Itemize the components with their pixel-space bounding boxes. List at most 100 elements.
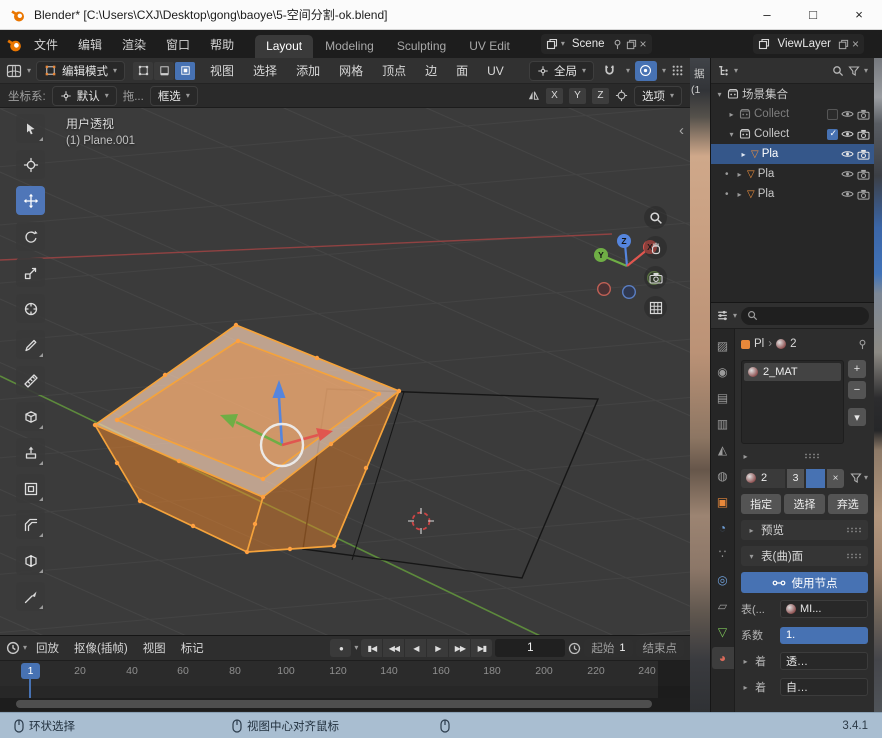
auto-key-button[interactable]: ● xyxy=(330,639,351,657)
render-camera-icon[interactable] xyxy=(857,169,870,180)
select-button[interactable]: 选择 xyxy=(784,494,824,514)
tab-tool-icon[interactable]: ▨ xyxy=(712,335,734,357)
shader-a-dropdown[interactable]: 透… xyxy=(780,652,868,670)
current-frame-field[interactable]: 1 xyxy=(495,639,565,657)
filter-funnel-icon[interactable] xyxy=(848,65,860,77)
mirror-y-button[interactable]: Y xyxy=(569,88,586,104)
pan-hand-icon[interactable] xyxy=(644,236,667,259)
tool-add-cube[interactable] xyxy=(16,402,45,431)
tool-measure[interactable] xyxy=(16,366,45,395)
tab-render-icon[interactable]: ◉ xyxy=(712,361,734,383)
transform-orientation-dropdown[interactable]: 全局 ▾ xyxy=(529,61,594,81)
fake-user-toggle[interactable] xyxy=(806,469,825,488)
render-camera-icon[interactable] xyxy=(857,189,870,200)
close-button[interactable]: × xyxy=(836,0,882,30)
remove-viewlayer-icon[interactable]: × xyxy=(852,37,859,51)
search-icon[interactable] xyxy=(832,65,844,77)
tool-cursor[interactable] xyxy=(16,150,45,179)
preview-section-header[interactable]: ▸ 预览 xyxy=(741,520,868,540)
mirror-x-button[interactable]: X xyxy=(546,88,563,104)
tab-physics-icon[interactable]: ◎ xyxy=(712,569,734,591)
menu-face[interactable]: 面 xyxy=(449,60,475,81)
tool-inset-faces[interactable] xyxy=(16,474,45,503)
menu-playback[interactable]: 回放 xyxy=(30,638,65,658)
scrollbar-thumb[interactable] xyxy=(16,700,652,708)
chevron-down-icon[interactable]: ▾ xyxy=(23,644,27,652)
breadcrumb-material[interactable]: 2 xyxy=(790,338,796,350)
material-slot-row[interactable]: 2_MAT xyxy=(744,363,841,381)
tab-object-icon[interactable]: ▣ xyxy=(712,491,734,513)
tab-data-icon[interactable]: ▽ xyxy=(712,621,734,643)
hide-eye-icon[interactable] xyxy=(841,149,854,159)
menu-keying[interactable]: 抠像(插帧) xyxy=(68,638,134,658)
editor-type-properties-icon[interactable] xyxy=(716,309,729,322)
render-camera-icon[interactable] xyxy=(857,129,870,140)
mirror-z-button[interactable]: Z xyxy=(592,88,609,104)
scene-name[interactable]: Scene xyxy=(568,38,609,50)
tool-knife[interactable] xyxy=(16,582,45,611)
chevron-down-icon[interactable]: ▾ xyxy=(734,67,738,75)
menu-render[interactable]: 渲染 xyxy=(113,33,155,56)
tab-uv-edit[interactable]: UV Edit xyxy=(458,35,521,58)
playhead-marker[interactable]: 1 xyxy=(21,663,40,679)
chevron-down-icon[interactable]: ▾ xyxy=(626,67,630,75)
exclude-checkbox[interactable] xyxy=(827,129,838,140)
3d-viewport[interactable]: Y Z X 用户透视 (1) Plane.001 xyxy=(0,108,690,635)
tab-modifiers-icon[interactable]: ◔ xyxy=(712,517,734,539)
edge-select-button[interactable] xyxy=(154,62,174,80)
minimize-button[interactable]: – xyxy=(744,0,790,30)
menu-view[interactable]: 视图 xyxy=(137,638,172,658)
menu-marker[interactable]: 标记 xyxy=(175,638,210,658)
tool-transform[interactable] xyxy=(16,294,45,323)
chevron-down-icon[interactable]: ▾ xyxy=(354,644,358,652)
slot-specials-button[interactable]: ▾ xyxy=(848,408,866,426)
maximize-button[interactable]: □ xyxy=(790,0,836,30)
camera-view-icon[interactable] xyxy=(644,266,667,289)
tool-bevel[interactable] xyxy=(16,510,45,539)
proportional-edit-toggle[interactable] xyxy=(635,61,657,81)
tool-rotate[interactable] xyxy=(16,222,45,251)
tab-scene-icon[interactable]: ◭ xyxy=(712,439,734,461)
next-keyframe-button[interactable]: ▶▶ xyxy=(449,639,470,657)
outliner-row-object[interactable]: • ▸ ▽ Pla xyxy=(711,184,874,204)
snap-toggle-button[interactable] xyxy=(599,61,621,81)
tab-output-icon[interactable]: ▤ xyxy=(712,387,734,409)
jump-to-end-button[interactable]: ▶▮ xyxy=(471,639,492,657)
breadcrumb-object[interactable]: Pl xyxy=(754,338,764,350)
pin-icon[interactable] xyxy=(612,39,623,50)
hide-eye-icon[interactable] xyxy=(841,129,854,139)
play-button[interactable]: ▶ xyxy=(427,639,448,657)
viewlayer-name[interactable]: ViewLayer xyxy=(773,38,835,50)
assign-button[interactable]: 指定 xyxy=(741,494,781,514)
render-camera-icon[interactable] xyxy=(857,149,870,160)
render-camera-icon[interactable] xyxy=(857,109,870,120)
browse-scene-icon[interactable] xyxy=(546,38,558,50)
viewlayer-icon[interactable] xyxy=(758,38,770,50)
disclosure-icon[interactable]: ▾ xyxy=(715,90,724,99)
surface-section-header[interactable]: ▾ 表(曲)面 xyxy=(741,546,868,566)
disclosure-icon[interactable]: ▸ xyxy=(727,110,736,119)
menu-uv[interactable]: UV xyxy=(480,62,511,80)
play-reverse-button[interactable]: ◀ xyxy=(405,639,426,657)
filter-funnel-icon[interactable] xyxy=(850,472,862,484)
menu-edge[interactable]: 边 xyxy=(418,60,444,81)
timeline-ruler[interactable]: 20 40 60 80 100 120 140 160 180 200 220 … xyxy=(0,661,690,698)
ortho-grid-icon[interactable] xyxy=(644,296,667,319)
disclosure-icon[interactable]: ▸ xyxy=(741,657,750,666)
outliner-row-collection-excluded[interactable]: ▸ Collect xyxy=(711,104,874,124)
frame-start-field[interactable]: 起始 1 xyxy=(584,639,632,657)
jump-to-start-button[interactable]: ▮◀ xyxy=(361,639,382,657)
header-overflow-icon[interactable] xyxy=(671,64,684,77)
editor-type-viewport-icon[interactable] xyxy=(6,63,22,79)
disclosure-icon[interactable]: ▸ xyxy=(735,170,744,179)
chevron-down-icon[interactable]: ▾ xyxy=(864,67,868,75)
tool-annotate[interactable] xyxy=(16,330,45,359)
menu-edit[interactable]: 编辑 xyxy=(69,33,111,56)
disclosure-icon[interactable]: ▸ xyxy=(735,190,744,199)
menu-view[interactable]: 视图 xyxy=(203,60,241,81)
properties-search-input[interactable] xyxy=(741,307,869,325)
exclude-checkbox[interactable] xyxy=(827,109,838,120)
timeline-scrollbar[interactable] xyxy=(0,698,690,711)
menu-select[interactable]: 选择 xyxy=(246,60,284,81)
factor-slider[interactable]: 1. xyxy=(780,627,868,644)
